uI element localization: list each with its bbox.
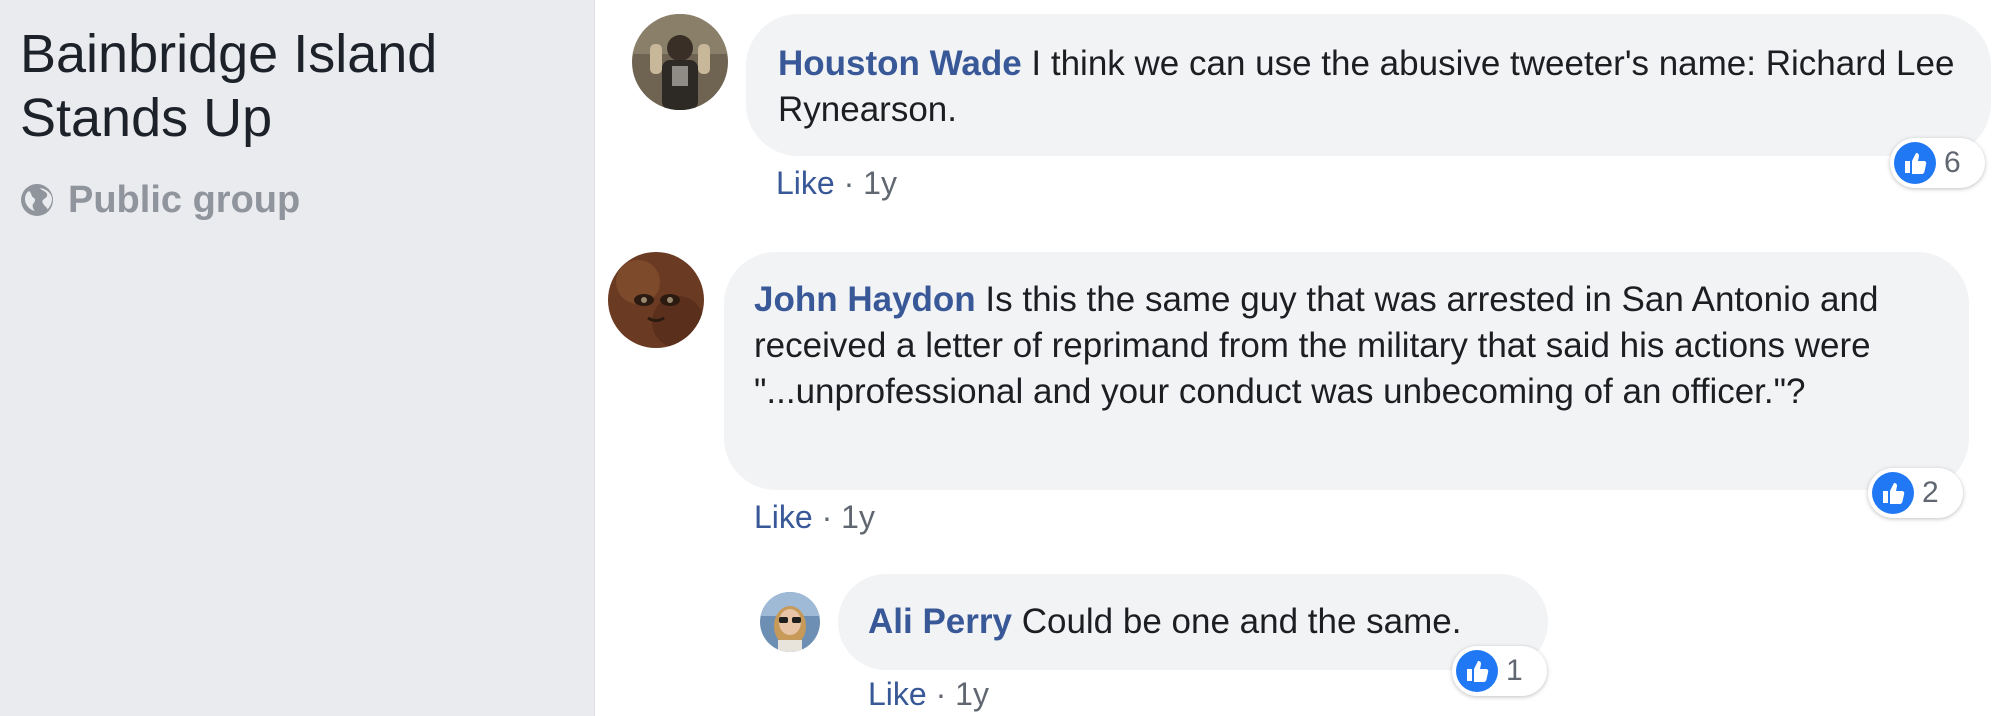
reaction-badge[interactable]: 1 [1452,646,1547,696]
comment-time[interactable]: 1y [863,165,897,201]
separator: · [821,499,833,535]
reaction-count: 6 [1944,146,1961,179]
comment-text: Could be one and the same. [1021,602,1462,641]
avatar[interactable] [760,592,820,652]
comment-actions: Like · 1y [868,676,989,713]
avatar[interactable] [608,252,704,348]
comment-author[interactable]: John Haydon [754,280,976,319]
separator: · [843,165,855,201]
reaction-count: 1 [1506,654,1523,687]
comment-author[interactable]: Houston Wade [778,44,1022,83]
separator: · [935,676,947,712]
comment-bubble: Houston Wade I think we can use the abus… [746,14,1991,156]
thumbs-up-icon [1894,142,1936,184]
group-privacy-label: Public group [68,178,301,221]
thumbs-up-icon [1872,472,1914,514]
group-sidebar: Bainbridge Island Stands Up Public group [0,0,595,716]
avatar[interactable] [632,14,728,110]
thumbs-up-icon [1456,650,1498,692]
like-link[interactable]: Like [776,165,835,201]
reaction-badge[interactable]: 6 [1890,138,1985,188]
globe-icon [21,184,53,216]
comment-time[interactable]: 1y [955,676,989,712]
avatar-photo [608,252,704,348]
group-name[interactable]: Bainbridge Island Stands Up [20,22,580,150]
group-privacy: Public group [20,178,300,222]
reaction-count: 2 [1922,476,1939,509]
like-link[interactable]: Like [754,499,813,535]
comment-actions: Like · 1y [754,499,875,536]
comment-actions: Like · 1y [776,165,897,202]
avatar-photo [760,592,820,652]
comment-time[interactable]: 1y [841,499,875,535]
comment-bubble: John Haydon Is this the same guy that wa… [724,252,1969,490]
reaction-badge[interactable]: 2 [1868,468,1963,518]
like-link[interactable]: Like [868,676,927,712]
avatar-photo [632,14,728,110]
comment-author[interactable]: Ali Perry [868,602,1012,641]
comment-bubble: Ali Perry Could be one and the same. [838,574,1548,670]
